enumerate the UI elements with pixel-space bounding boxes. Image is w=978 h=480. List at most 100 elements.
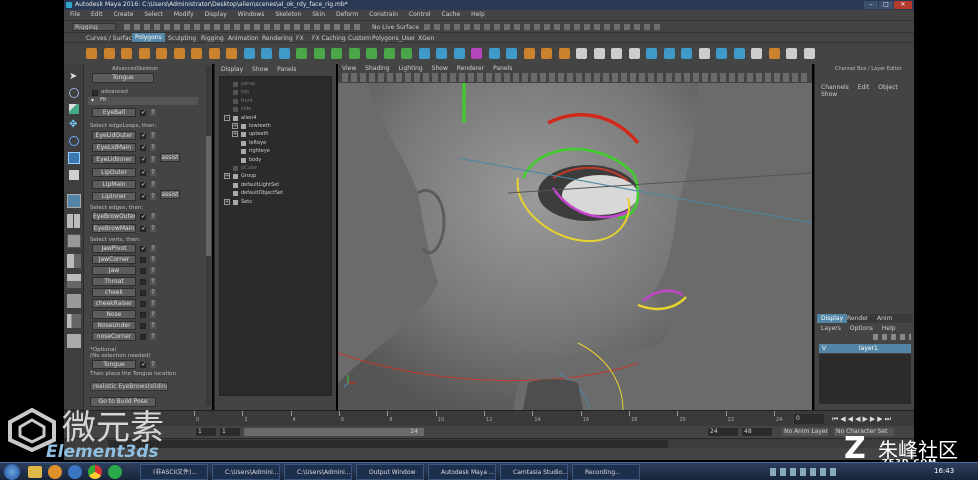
channels-menu-edit[interactable]: Edit bbox=[858, 84, 870, 91]
shelf-tool-icon[interactable] bbox=[401, 48, 412, 59]
eyebrow-eyebrowmain-button[interactable]: EyeBrowMain bbox=[92, 224, 136, 233]
layer-visibility[interactable]: V bbox=[822, 345, 826, 352]
range-end[interactable]: 24 bbox=[708, 428, 738, 436]
lip-lipinner-help[interactable]: ? bbox=[150, 193, 156, 200]
vert-cheek-help[interactable]: ? bbox=[150, 289, 156, 296]
select-tool-icon[interactable]: ➤ bbox=[69, 72, 79, 82]
taskbar-pin-media-icon[interactable] bbox=[48, 465, 62, 479]
outliner-menu-display[interactable]: Display bbox=[221, 66, 243, 73]
minimize-button[interactable]: – bbox=[864, 1, 878, 9]
viewport-menu-lighting[interactable]: Lighting bbox=[398, 65, 422, 72]
vert-nosecorner-help[interactable]: ? bbox=[150, 333, 156, 340]
lip-assist-button[interactable]: assist bbox=[160, 190, 180, 199]
eyelid-eyelidinner-button[interactable]: EyeLidInner bbox=[92, 155, 136, 164]
lip-lipinner-button[interactable]: LipInner bbox=[92, 192, 136, 201]
shelf-tool-icon[interactable] bbox=[103, 48, 115, 59]
lip-lipouter-help[interactable]: ? bbox=[150, 169, 156, 176]
shelf-tool-icon[interactable] bbox=[716, 48, 727, 59]
vert-throat-help[interactable]: ? bbox=[150, 278, 156, 285]
shelf-tab-polygons-user[interactable]: Polygons_User bbox=[372, 35, 415, 42]
shelf-tool-icon[interactable] bbox=[436, 48, 447, 59]
taskbar-pin-browser-icon[interactable] bbox=[68, 465, 82, 479]
shelf-tool-icon[interactable] bbox=[646, 48, 657, 59]
shelf-tool-icon[interactable] bbox=[611, 48, 622, 59]
vert-nose-button[interactable]: Nose bbox=[92, 310, 136, 319]
taskbar-item[interactable]: C:\Users\Admini... bbox=[284, 464, 352, 480]
vert-jawcorner-button[interactable]: JawCorner bbox=[92, 255, 136, 264]
outliner-item[interactable]: pCube bbox=[220, 165, 330, 173]
vert-cheek-button[interactable]: cheek bbox=[92, 288, 136, 297]
eyebrow-eyebrowouter-button[interactable]: EyeBrowOuter bbox=[92, 212, 136, 221]
close-button[interactable]: ✕ bbox=[894, 1, 912, 9]
shelf-tool-icon[interactable] bbox=[173, 48, 185, 59]
shelf-tool-icon[interactable] bbox=[418, 48, 430, 59]
single-pane-icon[interactable] bbox=[67, 194, 81, 208]
shelf-tool-icon[interactable] bbox=[541, 48, 552, 59]
taskbar-item[interactable]: C:\Users\Admini... bbox=[212, 464, 280, 480]
viewport-menu-panels[interactable]: Panels bbox=[493, 65, 512, 72]
range-end-2[interactable]: 48 bbox=[742, 428, 772, 436]
vert-noseunder-help[interactable]: ? bbox=[150, 322, 156, 329]
eyebrow-eyebrowmain-help[interactable]: ? bbox=[150, 225, 156, 232]
tongue-button[interactable]: Tongue bbox=[92, 360, 136, 369]
shelf-tool-icon[interactable] bbox=[768, 48, 780, 59]
outliner-expand-icon[interactable]: + bbox=[224, 198, 230, 205]
taskbar-item[interactable]: Output Window bbox=[356, 464, 424, 480]
menu-create[interactable]: Create bbox=[114, 11, 134, 18]
outliner-expand-icon[interactable]: - bbox=[224, 114, 230, 121]
vert-jawcorner-help[interactable]: ? bbox=[150, 256, 156, 263]
eyelid-eyelidmain-help[interactable]: ? bbox=[150, 144, 156, 151]
shelf-tab-sculpting[interactable]: Sculpting bbox=[168, 35, 196, 42]
eyebrow-type-dropdown[interactable]: realistic EyeBrows(sliding) bbox=[90, 382, 168, 391]
outliner-item[interactable]: + Group bbox=[220, 173, 330, 181]
shelf-tool-icon[interactable] bbox=[313, 48, 325, 59]
eyelid-eyelidouter-button[interactable]: EyeLidOuter bbox=[92, 131, 136, 140]
outliner-item[interactable]: + upteeth bbox=[220, 131, 330, 139]
viewport-menu-view[interactable]: View bbox=[342, 65, 356, 72]
layout-pane-icon-d[interactable] bbox=[67, 294, 81, 308]
menu-skeleton[interactable]: Skeleton bbox=[275, 11, 301, 18]
eyeball-button[interactable]: EyeBall bbox=[92, 108, 136, 117]
channels-menu-show[interactable]: Show bbox=[821, 91, 837, 98]
outliner-item[interactable]: top bbox=[220, 89, 330, 97]
menu-deform[interactable]: Deform bbox=[336, 11, 358, 18]
viewport-menu-show[interactable]: Show bbox=[432, 65, 448, 72]
shelf-tab-fx-caching[interactable]: FX Caching bbox=[312, 35, 346, 42]
menu-cache[interactable]: Cache bbox=[442, 11, 461, 18]
eyelid-eyelidinner-help[interactable]: ? bbox=[150, 156, 156, 163]
shelf-tab-curves[interactable]: Curves / Surfaces bbox=[86, 35, 139, 42]
range-inner-start[interactable]: 1 bbox=[220, 428, 240, 436]
shelf-tool-icon[interactable] bbox=[226, 48, 237, 59]
outliner-item[interactable]: side bbox=[220, 106, 330, 114]
current-frame-field[interactable]: 0 bbox=[794, 414, 824, 424]
vert-cheekraiser-button[interactable]: cheekRaiser bbox=[92, 299, 136, 308]
eyelid-eyelidmain-button[interactable]: EyeLidMain bbox=[92, 143, 136, 152]
menu-help[interactable]: Help bbox=[471, 11, 485, 18]
move-tool-icon[interactable]: ✥ bbox=[69, 120, 79, 130]
shelf-tool-icon[interactable] bbox=[191, 48, 202, 59]
shelf-tool-icon[interactable] bbox=[243, 48, 255, 59]
shelf-tool-icon[interactable] bbox=[366, 48, 377, 59]
shelf-tool-icon[interactable] bbox=[628, 48, 640, 59]
outliner-item[interactable]: lefteye bbox=[220, 140, 330, 148]
eyelid-assist-button[interactable]: assist bbox=[160, 153, 180, 162]
shelf-tool-icon[interactable] bbox=[121, 48, 132, 59]
taskbar-item[interactable]: Autodesk Maya ... bbox=[428, 464, 496, 480]
shelf-tool-icon[interactable] bbox=[558, 48, 570, 59]
outliner-menu-show[interactable]: Show bbox=[252, 66, 268, 73]
outliner-item[interactable]: front bbox=[220, 98, 330, 106]
shelf-tool-icon[interactable] bbox=[698, 48, 710, 59]
menu-skin[interactable]: Skin bbox=[312, 11, 325, 18]
shelf-tool-icon[interactable] bbox=[751, 48, 762, 59]
shelf-tool-icon[interactable] bbox=[208, 48, 220, 59]
menu-windows[interactable]: Windows bbox=[238, 11, 265, 18]
outliner-expand-icon[interactable]: + bbox=[232, 131, 238, 138]
shelf-tab-animation[interactable]: Animation bbox=[228, 35, 259, 42]
shelf-tool-icon[interactable] bbox=[576, 48, 587, 59]
vert-nosecorner-button[interactable]: noseCorner bbox=[92, 332, 136, 341]
shelf-tool-icon[interactable] bbox=[278, 48, 290, 59]
menu-edit[interactable]: Edit bbox=[91, 11, 103, 18]
vert-jawpivot-button[interactable]: JawPivot bbox=[92, 244, 136, 253]
outliner-item[interactable]: + lowteeth bbox=[220, 123, 330, 131]
outliner-item[interactable]: + Sets bbox=[220, 198, 330, 207]
